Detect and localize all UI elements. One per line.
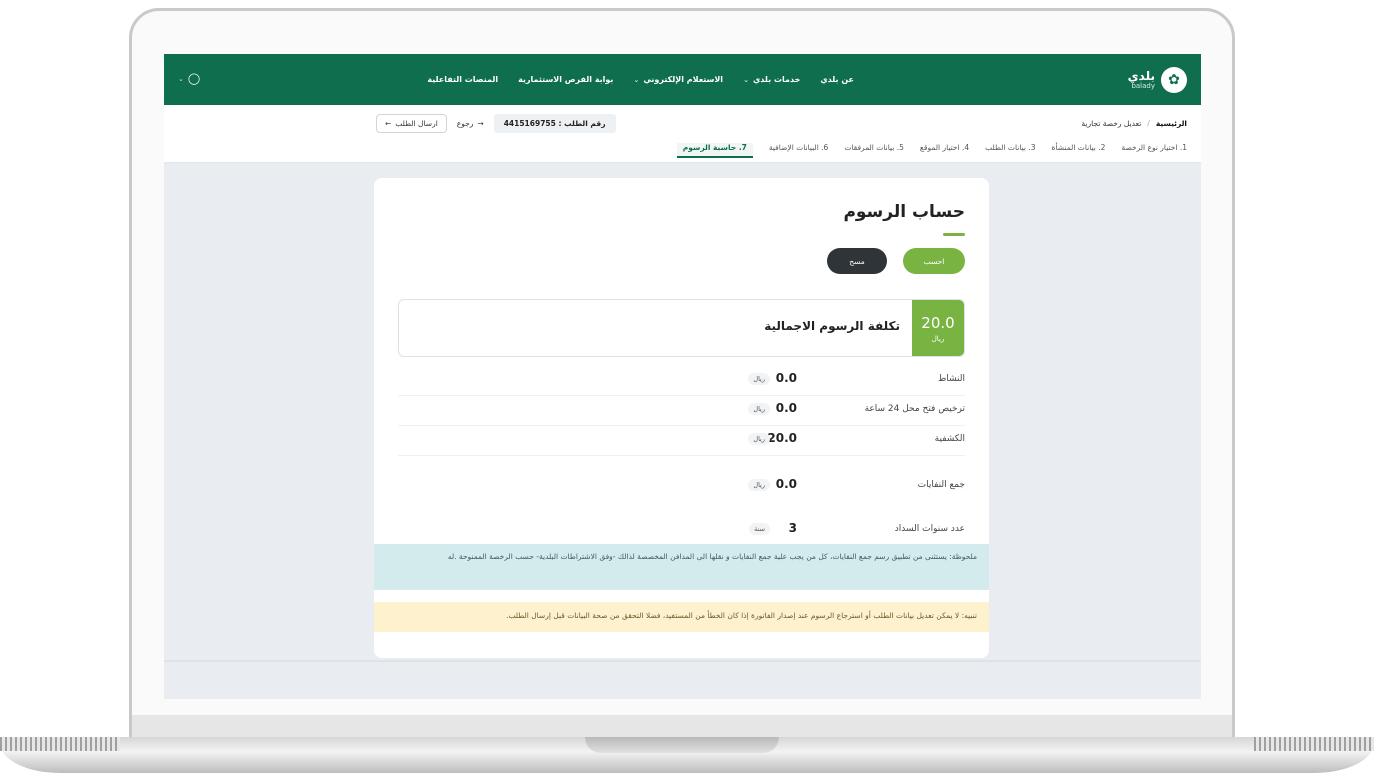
fee-unit: ريال xyxy=(748,433,770,445)
fee-row-24h-license: ترخيص فتح محل 24 ساعة 0.0 ريال xyxy=(398,396,965,426)
send-request-button[interactable]: ارسال الطلب ← xyxy=(376,114,447,133)
step-establishment-data[interactable]: 2. بيانات المنشأة xyxy=(1052,143,1106,158)
fee-row-waste-collection: جمع النفايات 0.0 ريال xyxy=(398,472,965,502)
calculate-button[interactable]: احسب xyxy=(903,248,965,274)
step-fee-calculator[interactable]: 7. حاسبة الرسوم xyxy=(676,143,753,158)
title-underline xyxy=(943,233,965,236)
fee-row-inspection: الكشفية 20.0 ريال xyxy=(398,426,965,456)
step-request-data[interactable]: 3. بيانات الطلب xyxy=(985,143,1035,158)
request-number: رقم الطلب : 4415169755 xyxy=(493,114,616,133)
chevron-down-icon: ⌄ xyxy=(743,75,749,84)
arrow-right-icon: → xyxy=(477,119,484,128)
total-fee-badge: 20.0 ريال xyxy=(912,300,964,356)
back-button[interactable]: → رجوع xyxy=(457,119,484,128)
request-subbar: الرئيسية / تعديل رخصة تجارية رقم الطلب :… xyxy=(164,105,1201,163)
fee-value: 0.0 xyxy=(775,371,797,385)
nav-link-platforms[interactable]: المنصات التفاعلية xyxy=(427,75,498,84)
breadcrumb-home[interactable]: الرئيسية xyxy=(1156,119,1187,128)
wizard-steps: 1. اختيار نوع الرخصة 2. بيانات المنشأة 3… xyxy=(676,143,1187,158)
fee-calculator-card: حساب الرسوم احسب مسح 20.0 ريال تكلفة الر… xyxy=(374,178,989,658)
step-additional-data[interactable]: 6. البيانات الإضافية xyxy=(769,143,828,158)
laptop-base-notch xyxy=(585,737,779,753)
palm-logo-icon: ✿ xyxy=(1161,66,1187,93)
nav-link-inquiry[interactable]: الاستعلام الإلكتروني ⌄ xyxy=(633,75,723,84)
fee-row-activity: النشاط 0.0 ريال xyxy=(398,366,965,396)
fee-label: الكشفية xyxy=(934,434,965,444)
info-note: ملحوظة: يستثنى من تطبيق رسم جمع النفايات… xyxy=(374,544,989,590)
step-license-type[interactable]: 1. اختيار نوع الرخصة xyxy=(1121,143,1187,158)
fee-label: النشاط xyxy=(937,374,965,384)
total-fee-unit: ريال xyxy=(931,335,945,344)
laptop-bezel-bottom xyxy=(132,715,1232,737)
laptop-base-vent-right xyxy=(1254,737,1374,751)
fee-row-payment-years: عدد سنوات السداد 3 سنة xyxy=(398,516,965,546)
fee-label: جمع النفايات xyxy=(917,480,965,490)
balady-logo[interactable]: ✿ بلدي balady xyxy=(1127,66,1187,93)
breadcrumb-current: تعديل رخصة تجارية xyxy=(1081,119,1142,128)
nav-links: عن بلدي خدمات بلدي ⌄ الاستعلام الإلكتروني… xyxy=(427,54,854,105)
fee-value: 0.0 xyxy=(775,477,797,491)
user-menu[interactable]: ◯ ⌄ xyxy=(178,72,200,85)
fee-unit: ريال xyxy=(748,479,770,491)
breadcrumb-separator: / xyxy=(1147,119,1150,128)
total-fee-value: 20.0 xyxy=(921,313,955,332)
fee-unit: سنة xyxy=(749,523,770,535)
breadcrumb: الرئيسية / تعديل رخصة تجارية xyxy=(1081,119,1187,128)
page-title: حساب الرسوم xyxy=(843,202,965,222)
step-location[interactable]: 4. اختيار الموقع xyxy=(920,143,969,158)
top-navbar: ✿ بلدي balady عن بلدي خدمات بلدي ⌄ الاستع… xyxy=(164,54,1201,105)
fee-label: ترخيص فتح محل 24 ساعة xyxy=(864,404,965,414)
fee-value: 3 xyxy=(788,521,797,535)
total-fee-label: تكلفة الرسوم الاجمالية xyxy=(764,319,900,333)
logo-text-en: balady xyxy=(1131,81,1155,90)
fee-label: عدد سنوات السداد xyxy=(894,524,965,534)
browser-screen: ✿ بلدي balady عن بلدي خدمات بلدي ⌄ الاستع… xyxy=(164,54,1201,699)
chevron-down-icon: ⌄ xyxy=(633,75,640,84)
page-divider xyxy=(164,660,1201,662)
warning-note: تنبيه: لا يمكن تعديل بيانات الطلب أو است… xyxy=(374,602,989,632)
laptop-base-vent-left xyxy=(0,737,120,751)
total-fee-box: 20.0 ريال تكلفة الرسوم الاجمالية xyxy=(398,299,965,357)
arrow-left-icon: ← xyxy=(385,119,392,128)
step-attachments[interactable]: 5. بيانات المرفقات xyxy=(844,143,904,158)
chevron-down-icon: ⌄ xyxy=(178,74,184,83)
nav-link-services[interactable]: خدمات بلدي ⌄ xyxy=(743,75,800,84)
fee-unit: ريال xyxy=(748,403,770,415)
logo-text-ar: بلدي xyxy=(1127,68,1155,83)
clear-button[interactable]: مسح xyxy=(827,248,887,274)
user-icon: ◯ xyxy=(187,72,201,85)
fee-value: 20.0 xyxy=(767,431,797,445)
nav-link-investment[interactable]: بوابة الفرص الاستثمارية xyxy=(518,75,613,84)
fee-value: 0.0 xyxy=(775,401,797,415)
request-info: رقم الطلب : 4415169755 → رجوع ارسال الطل… xyxy=(376,114,616,133)
nav-link-about[interactable]: عن بلدي xyxy=(820,75,854,84)
fee-unit: ريال xyxy=(748,373,770,385)
